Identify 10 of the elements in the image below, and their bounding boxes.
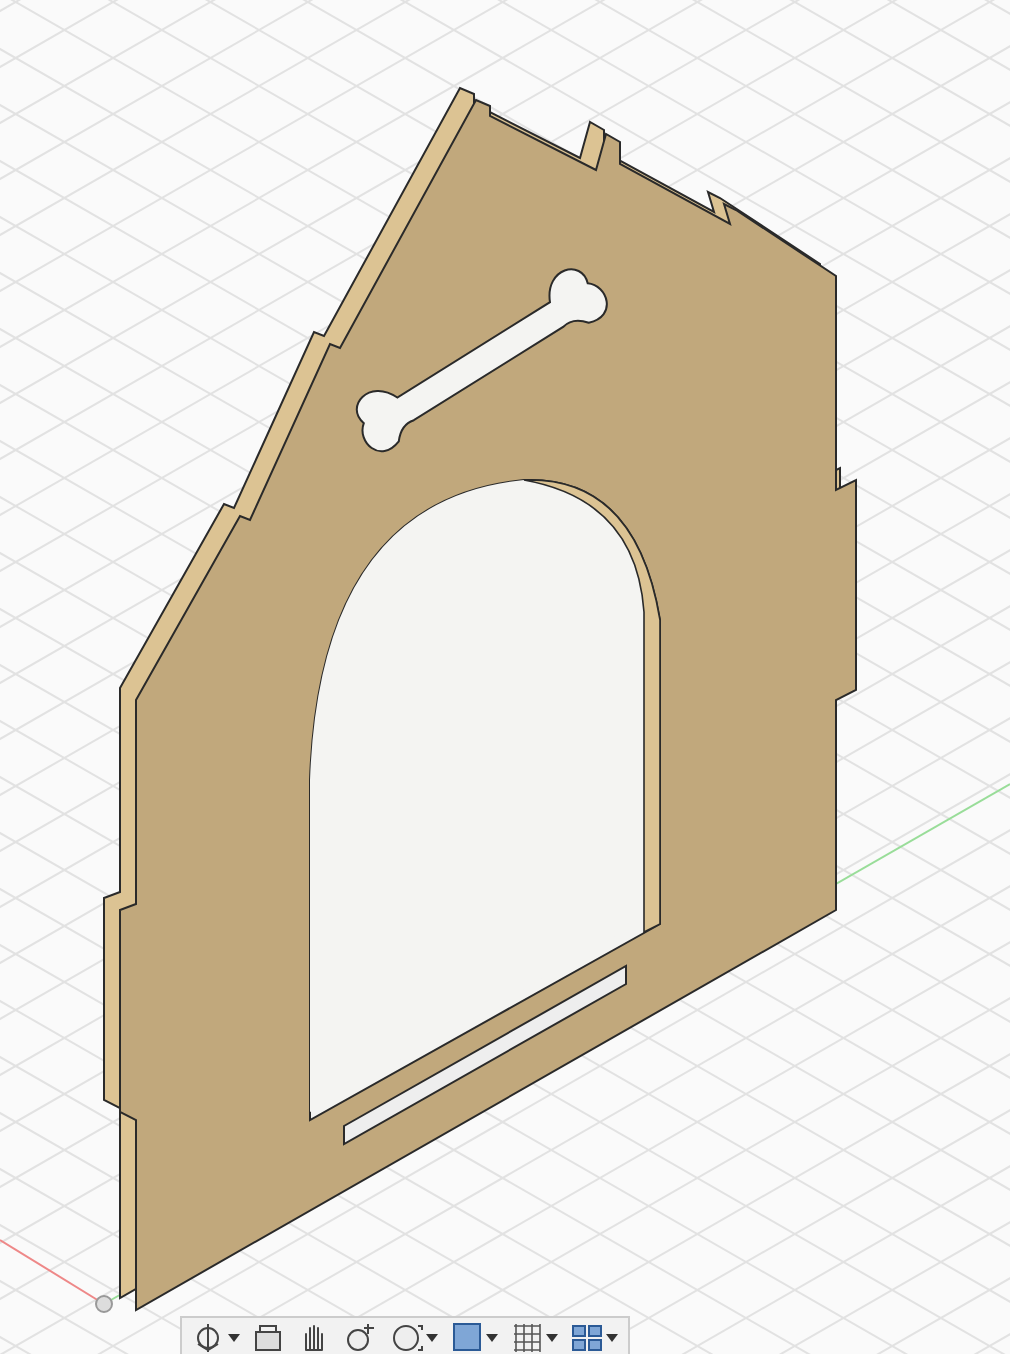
display-icon [450,1320,484,1354]
display-button[interactable] [448,1319,500,1354]
viewports-icon [570,1320,604,1354]
grid-icon [510,1320,544,1354]
look-at-icon [252,1320,286,1354]
grid-button[interactable] [508,1319,560,1354]
zoom-button[interactable] [342,1319,380,1354]
origin-icon [95,1295,113,1313]
viewports-button[interactable] [568,1319,620,1354]
zoom-fit-button[interactable] [388,1319,440,1354]
